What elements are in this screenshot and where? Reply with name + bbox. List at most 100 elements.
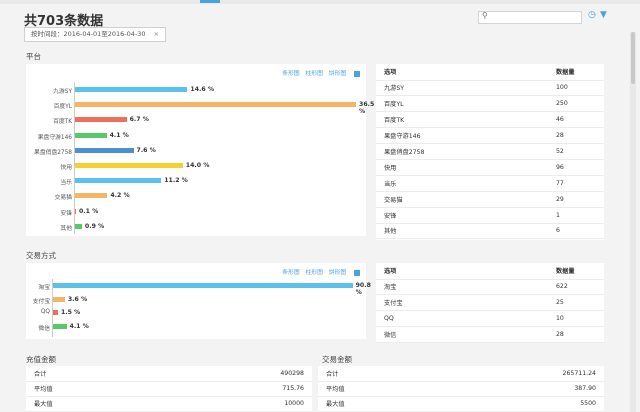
cell-label: 百度YL — [376, 95, 548, 113]
col-count: 数据量 — [548, 263, 604, 280]
bar-value-label: 4.2 % — [110, 192, 130, 200]
download-icon[interactable] — [354, 70, 360, 77]
bar-category-label: 淘宝 — [38, 285, 50, 291]
cell-label: 百度TK — [376, 111, 548, 129]
cell-value: 96 — [548, 159, 604, 176]
col-option: 选项 — [376, 263, 548, 280]
cell-label: 果盘守游146 — [376, 127, 548, 145]
bar[interactable] — [75, 132, 107, 138]
bar-category-label: 快用 — [60, 165, 72, 171]
bar[interactable] — [75, 117, 127, 123]
bar-category-label: 支付宝 — [32, 298, 50, 305]
scrollbar-thumb[interactable] — [631, 32, 635, 84]
trade-amount-section-label: 交易金额 — [322, 355, 352, 364]
clock-icon[interactable]: ◷ — [588, 10, 596, 20]
bar[interactable] — [75, 208, 76, 214]
table-row: 百度TK 46 — [376, 111, 604, 129]
platform-table: 选项 数据量 九游SY 100 百度YL 250 百度TK 46 果盘守游146 28 果盘俏盘… — [376, 64, 604, 240]
table-row: 平均值 715.76 — [26, 381, 312, 397]
bar-value-label: 90.8 % — [355, 282, 371, 296]
trade-amount-stats-table: 合计 265711.24 平均值 387.90 最大值 5500 — [318, 366, 604, 412]
cell-label: 安锋 — [376, 207, 548, 224]
bar-value-label: 4.1 % — [109, 131, 129, 139]
cell-value: 28 — [548, 127, 604, 145]
bar-value-label: 14.0 % — [185, 162, 210, 169]
table-row: 其他 6 — [376, 223, 604, 240]
table-row: 合计 265711.24 — [318, 366, 604, 382]
search-input[interactable]: ⚲ — [478, 11, 582, 24]
table-row: QQ 10 — [376, 310, 604, 328]
bar-chart-link[interactable]: 条形图 — [282, 71, 299, 77]
table-row: 平均值 387.90 — [318, 381, 604, 397]
chart-type-links: 条形图 柱形图 饼形图 — [278, 68, 360, 77]
bar-value-label: 4.1 % — [69, 322, 89, 330]
bar[interactable] — [75, 178, 162, 184]
bar-value-label: 14.6 % — [190, 86, 215, 93]
bar[interactable] — [75, 223, 82, 229]
close-icon[interactable]: × — [154, 30, 159, 38]
table-row: 九游SY 100 — [376, 80, 604, 97]
trade-chart-panel: 条形图 柱形图 饼形图 淘宝 90.8 % 支付宝 3.6 % QQ 1.5 % 微信 4.1… — [26, 263, 371, 339]
table-row: 淘宝 622 — [376, 279, 604, 296]
cell-value: 10000 — [159, 396, 312, 412]
cell-label: 果盘俏盘2758 — [376, 143, 548, 160]
pie-chart-link[interactable]: 饼形图 — [329, 270, 346, 276]
table-row: 百度YL 250 — [376, 95, 604, 113]
chart-type-links: 条形图 柱形图 饼形图 — [278, 267, 360, 276]
table-row: 交易猫 29 — [376, 191, 604, 208]
bar-category-label: 安锋 — [60, 210, 72, 217]
cell-value: 77 — [548, 175, 604, 192]
cell-label: 九游SY — [376, 80, 548, 97]
bar-category-label: 百度YL — [53, 104, 72, 111]
cell-label: 最大值 — [318, 396, 436, 412]
column-chart-link[interactable]: 柱形图 — [306, 270, 323, 276]
platform-section-label: 平台 — [26, 52, 41, 61]
cell-value: 622 — [548, 279, 604, 296]
cell-label: 快用 — [376, 159, 548, 176]
date-filter-chip[interactable]: 按时间段：2016-04-01至2016-04-30 × — [24, 27, 167, 42]
table-row: 最大值 10000 — [26, 396, 312, 412]
platform-table-panel: 选项 数据量 九游SY 100 百度YL 250 百度TK 46 果盘守游146 28 果盘俏盘… — [376, 64, 604, 240]
download-icon[interactable] — [354, 269, 360, 276]
cell-label: 合计 — [26, 366, 160, 382]
cell-value: 5500 — [435, 396, 604, 412]
column-chart-link[interactable]: 柱形图 — [306, 71, 323, 77]
recharge-stats-table: 合计 490298 平均值 715.76 最大值 10000 — [26, 366, 312, 412]
top-strip — [0, 0, 640, 4]
filter-icon[interactable]: ▼ — [600, 10, 607, 20]
pie-chart-link[interactable]: 饼形图 — [329, 71, 346, 77]
table-row: 安锋 1 — [376, 207, 604, 224]
table-row: 最大值 5500 — [318, 396, 604, 412]
bar[interactable] — [75, 147, 134, 153]
bar-value-label: 1.5 % — [60, 309, 81, 316]
bar-value-label: 0.1 % — [79, 207, 99, 215]
bar[interactable] — [75, 193, 108, 199]
cell-value: 715.76 — [159, 381, 312, 397]
scrollbar[interactable] — [630, 32, 636, 412]
cell-value: 10 — [548, 310, 604, 328]
cell-value: 265711.24 — [435, 366, 604, 382]
bar[interactable] — [75, 87, 188, 92]
bar[interactable] — [53, 310, 58, 315]
bar[interactable] — [53, 283, 353, 288]
table-row: 支付宝 25 — [376, 294, 604, 312]
bar-category-label: 交易猫 — [54, 195, 72, 202]
col-count: 数据量 — [548, 64, 604, 81]
bar[interactable] — [75, 163, 183, 168]
trade-section-label: 交易方式 — [26, 251, 56, 260]
top-accent — [200, 0, 220, 3]
table-row: 当乐 77 — [376, 175, 604, 192]
cell-value: 25 — [548, 294, 604, 312]
bar-category-label: 九游SY — [53, 89, 72, 95]
bar-category-label: 微信 — [38, 325, 50, 332]
bar-chart-link[interactable]: 条形图 — [282, 270, 299, 276]
bar[interactable] — [75, 102, 357, 108]
bar-value-label: 11.2 % — [164, 177, 188, 185]
bar[interactable] — [53, 296, 65, 302]
cell-label: 合计 — [318, 366, 436, 382]
recharge-stats-panel: 合计 490298 平均值 715.76 最大值 10000 — [26, 366, 312, 412]
cell-label: 平均值 — [318, 381, 436, 397]
col-option: 选项 — [376, 64, 548, 81]
bar[interactable] — [53, 323, 67, 329]
bar-category-label: 果盘守游146 — [37, 134, 72, 141]
